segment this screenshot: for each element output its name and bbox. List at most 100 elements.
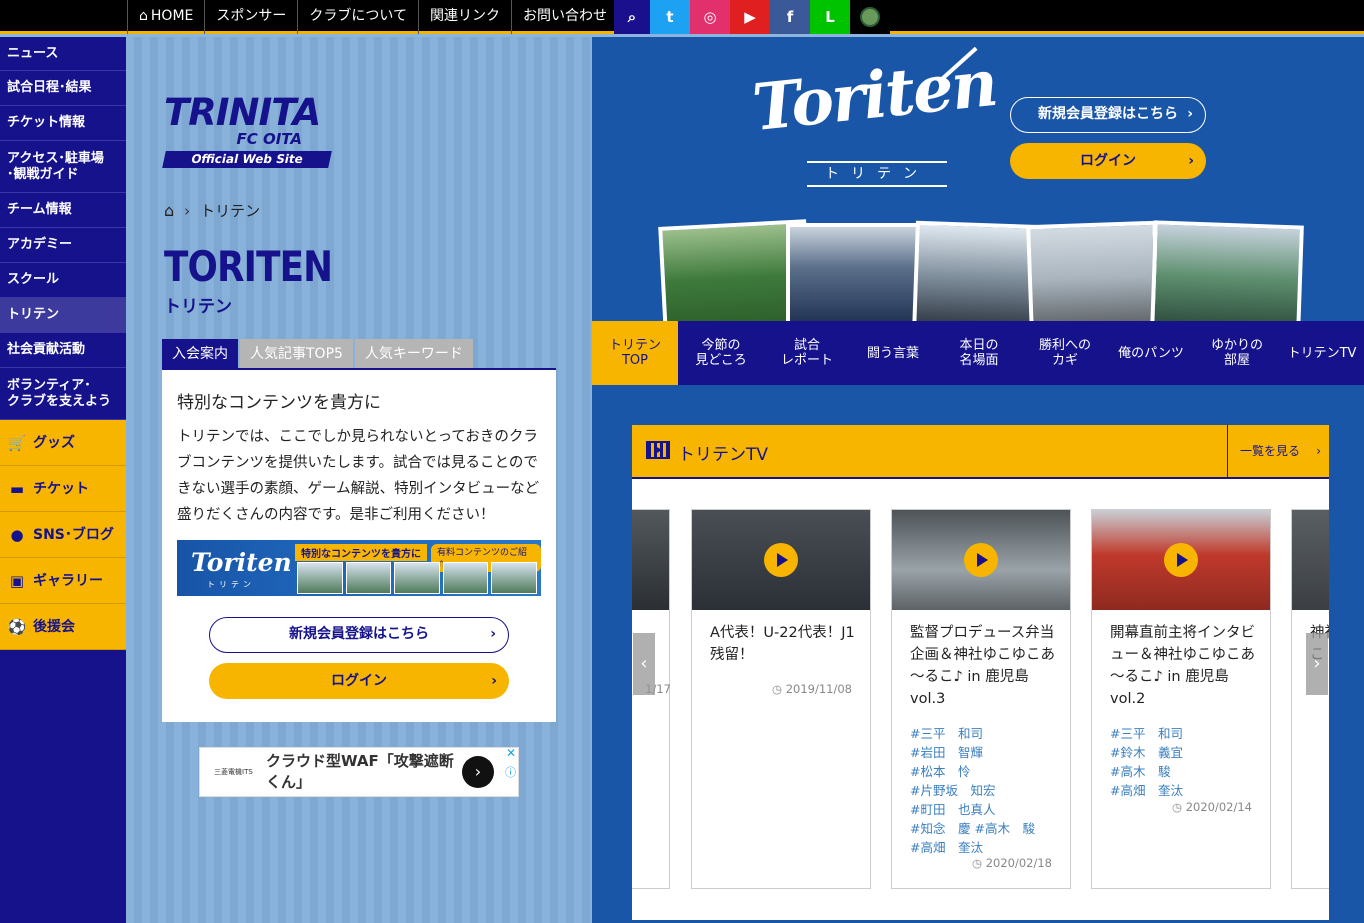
top-link-contact[interactable]: お問い合わせ <box>510 0 618 34</box>
tag-link[interactable]: #知念 慶 <box>910 821 970 836</box>
sidebar-item-team[interactable]: チーム情報 <box>0 193 126 228</box>
sidebar-ticket-label: チケット <box>33 480 89 497</box>
play-icon[interactable] <box>964 543 998 577</box>
film-icon <box>646 441 670 459</box>
toriten-tv-section: トリテンTV 一覧を見る › 連 1/17 A代表！U-22代表！J1残留！ ◷ … <box>632 425 1329 920</box>
sidebar-item-supporters[interactable]: ⚽ 後援会 <box>0 604 126 650</box>
toriten-banner[interactable]: Toriten トリテン 特別なコンテンツを貴方に 有料コンテンツのご紹介 <box>177 540 541 596</box>
panel-heading: 特別なコンテンツを貴方に <box>177 393 381 413</box>
info-icon[interactable]: ⓘ <box>505 764 516 780</box>
membership-panel: 特別なコンテンツを貴方に トリテンでは、ここでしか見られないとっておきのクラブコ… <box>162 368 556 722</box>
tab-membership[interactable]: 入会案内 <box>162 339 238 369</box>
hero-login-label: ログイン <box>1080 153 1136 169</box>
close-icon[interactable]: ✕ <box>506 746 516 760</box>
sidebar-item-access[interactable]: アクセス･駐車場 ･観戦ガイド <box>0 141 126 193</box>
sidebar-item-goods[interactable]: 🛒 グッズ <box>0 420 126 466</box>
chevron-right-icon: › <box>1188 153 1194 169</box>
play-icon[interactable] <box>1164 543 1198 577</box>
video-title: A代表！U-22代表！J1残留！ <box>710 625 855 663</box>
hero-register-label: 新規会員登録はこちら <box>1038 106 1178 122</box>
register-label: 新規会員登録はこちら <box>289 626 429 642</box>
subnav-key[interactable]: 勝利への カギ <box>1022 321 1108 385</box>
subnav-scene[interactable]: 本日の 名場面 <box>936 321 1022 385</box>
home-icon: ⌂ <box>139 8 148 24</box>
ticket-icon: ▬ <box>9 479 25 498</box>
banner-photos <box>297 562 537 594</box>
top-link-home[interactable]: ⌂ HOME <box>127 0 204 34</box>
sidebar-item-toriten[interactable]: トリテン <box>0 298 126 333</box>
page-subtitle: トリテン <box>164 297 232 317</box>
tv-more-link[interactable]: 一覧を見る › <box>1227 425 1329 477</box>
tab-top5[interactable]: 人気記事TOP5 <box>240 339 353 369</box>
tag-link[interactable]: #岩田 智輝 <box>910 743 1060 762</box>
banner-title: Toriten <box>191 548 292 577</box>
site-logo[interactable]: TRINITA FC OITA Official Web Site <box>162 94 334 180</box>
video-title: 開幕直前主将インタビュー＆神社ゆこゆこあ～るこ♪ in 鹿児島 vol.2 <box>1110 625 1255 707</box>
sidebar-item-gallery[interactable]: ▣ ギャラリー <box>0 558 126 604</box>
tag-link[interactable]: #高木 駿 <box>974 821 1034 836</box>
video-card[interactable]: 開幕直前主将インタビュー＆神社ゆこゆこあ～るこ♪ in 鹿児島 vol.2 #三… <box>1091 509 1271 889</box>
home-icon[interactable]: ⌂ <box>164 201 174 220</box>
logo-tagline: Official Web Site <box>162 151 332 168</box>
subnav-report[interactable]: 試合 レポート <box>764 321 850 385</box>
sidebar-item-news[interactable]: ニュース <box>0 37 126 71</box>
carousel-prev-button[interactable]: ‹ <box>633 633 655 695</box>
social-icons: ⌕ t ◎ ▶ f L <box>614 0 890 34</box>
instagram-icon[interactable]: ◎ <box>690 0 730 34</box>
collage-photo <box>1026 220 1160 321</box>
sidebar-item-sns[interactable]: ● SNS･ブログ <box>0 512 126 558</box>
register-button[interactable]: 新規会員登録はこちら › <box>209 617 509 653</box>
top-link-sponsor[interactable]: スポンサー <box>204 0 297 34</box>
tag-link[interactable]: #鈴木 義宜 <box>1110 743 1260 762</box>
tag-link[interactable]: #高畑 奎汰 <box>1110 781 1260 800</box>
search-icon[interactable]: ⌕ <box>614 0 650 34</box>
video-tags: #三平 和司 #鈴木 義宜 #高木 駿 #高畑 奎汰 <box>1110 724 1260 800</box>
sidebar: ニュース 試合日程･結果 チケット情報 アクセス･駐車場 ･観戦ガイド チーム情… <box>0 37 126 923</box>
page-title: TORITEN <box>164 242 333 291</box>
sidebar-item-ticket[interactable]: ▬ チケット <box>0 466 126 512</box>
sidebar-item-school[interactable]: スクール <box>0 263 126 298</box>
login-button[interactable]: ログイン › <box>209 663 509 699</box>
subnav-room[interactable]: ゆかりの 部屋 <box>1194 321 1280 385</box>
line-icon[interactable]: L <box>810 0 850 34</box>
subnav-words[interactable]: 闘う言葉 <box>850 321 936 385</box>
tab-keywords[interactable]: 人気キーワード <box>354 339 473 369</box>
subnav-top[interactable]: トリテン TOP <box>592 321 678 385</box>
tag-link[interactable]: #松本 怜 <box>910 762 1060 781</box>
top-link-links[interactable]: 関連リンク <box>417 0 511 34</box>
subnav-highlights[interactable]: 今節の 見どころ <box>678 321 764 385</box>
sidebar-item-ticket-info[interactable]: チケット情報 <box>0 106 126 141</box>
twitter-icon[interactable]: t <box>650 0 690 34</box>
ad-arrow-icon[interactable]: › <box>462 756 494 788</box>
subnav-tv[interactable]: トリテンTV <box>1280 321 1364 385</box>
tag-link[interactable]: #片野坂 知宏 <box>910 781 1060 800</box>
sidebar-item-social[interactable]: 社会貢献活動 <box>0 333 126 368</box>
panel-body: トリテンでは、ここでしか見られないとっておきのクラブコンテンツを提供いたします。… <box>177 429 540 523</box>
carousel-next-button[interactable]: › <box>1306 633 1328 695</box>
video-card[interactable]: A代表！U-22代表！J1残留！ ◷ 2019/11/08 <box>691 509 871 889</box>
subnav-pants[interactable]: 俺のパンツ <box>1108 321 1194 385</box>
sidebar-item-academy[interactable]: アカデミー <box>0 228 126 263</box>
video-card[interactable]: 監督プロデュース弁当企画＆神社ゆこゆこあ～るこ♪ in 鹿児島 vol.3 #三… <box>891 509 1071 889</box>
youtube-icon[interactable]: ▶ <box>730 0 770 34</box>
facebook-icon[interactable]: f <box>770 0 810 34</box>
play-icon[interactable] <box>764 543 798 577</box>
sidebar-item-schedule[interactable]: 試合日程･結果 <box>0 71 126 106</box>
tag-link[interactable]: #三平 和司 <box>910 724 1060 743</box>
hero-login-button[interactable]: ログイン › <box>1010 143 1206 179</box>
video-card[interactable]: 連 1/17 <box>632 509 671 889</box>
video-date-text: 2019/11/08 <box>785 682 852 696</box>
video-card[interactable]: 神社 こ <box>1291 509 1329 889</box>
tag-link[interactable]: #町田 也真人 <box>910 800 1060 819</box>
hero-register-button[interactable]: 新規会員登録はこちら › <box>1010 97 1206 133</box>
video-date-text: 2020/02/18 <box>985 856 1052 870</box>
tag-link[interactable]: #三平 和司 <box>1110 724 1260 743</box>
ad-banner[interactable]: 三菱電機ITS クラウド型WAF「攻撃遮断くん」 › ✕ ⓘ <box>199 746 519 797</box>
mascot-icon[interactable] <box>850 0 890 34</box>
tag-link[interactable]: #高木 駿 <box>1110 762 1260 781</box>
top-links: ⌂ HOME スポンサー クラブについて 関連リンク お問い合わせ <box>127 0 618 34</box>
top-link-about[interactable]: クラブについて <box>297 0 418 34</box>
sidebar-item-volunteer[interactable]: ボランティア･ クラブを支えよう <box>0 368 126 420</box>
tag-link[interactable]: #高畑 奎汰 <box>910 838 1060 857</box>
top-bar: ⌂ HOME スポンサー クラブについて 関連リンク お問い合わせ ⌕ t ◎ ▶… <box>0 0 1364 34</box>
